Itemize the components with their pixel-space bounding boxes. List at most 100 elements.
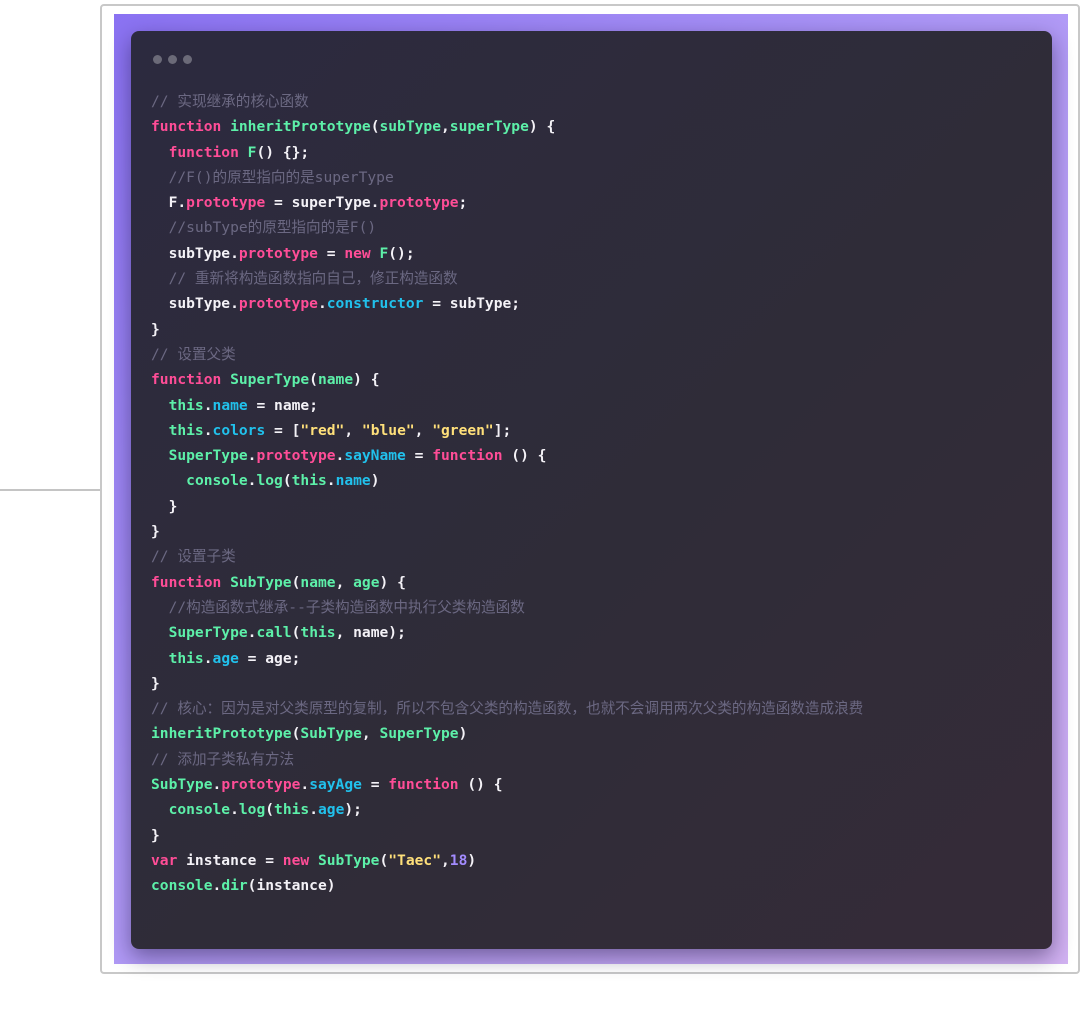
- code-token: dir: [221, 877, 248, 895]
- code-token: console: [168, 801, 231, 819]
- code-token: F: [379, 244, 389, 262]
- code-line: var instance = new SubType("Taec",18): [151, 848, 1042, 873]
- code-token: "red": [300, 421, 345, 439]
- code-token: () {: [458, 776, 503, 794]
- code-window: // 实现继承的核心函数 function inheritPrototype(su…: [131, 31, 1052, 949]
- code-token: , name);: [335, 624, 406, 642]
- code-token: superType: [449, 118, 529, 136]
- code-token: ,: [414, 421, 433, 439]
- code-line: }: [151, 317, 1042, 342]
- code-token: age: [318, 801, 345, 819]
- code-comment: // 重新将构造函数指向自己，修正构造函数: [151, 270, 458, 288]
- code-line: SuperType.call(this, name);: [151, 620, 1042, 645]
- code-token: name: [317, 371, 354, 389]
- code-token: "blue": [361, 421, 415, 439]
- code-token: age: [353, 573, 380, 591]
- code-token: .: [203, 396, 213, 414]
- code-line: console.log(this.age);: [151, 797, 1042, 822]
- code-token: constructor: [326, 295, 424, 313]
- code-token: SubType: [151, 776, 213, 794]
- code-token: ,: [441, 118, 450, 136]
- code-token: =: [317, 244, 345, 262]
- code-token: .: [326, 472, 336, 490]
- code-token: function: [151, 371, 222, 389]
- code-line: console.dir(instance): [151, 873, 1042, 898]
- code-token: ();: [388, 244, 415, 262]
- window-dot-icon: [168, 55, 177, 64]
- code-line: function inheritPrototype(subType,superT…: [151, 114, 1042, 139]
- code-comment: //构造函数式继承--子类构造函数中执行父类构造函数: [151, 598, 525, 616]
- code-line: //构造函数式继承--子类构造函数中执行父类构造函数: [151, 595, 1042, 620]
- window-controls: [153, 55, 192, 64]
- code-token: ): [370, 472, 380, 490]
- code-token: .: [212, 877, 222, 895]
- code-line: // 实现继承的核心函数: [151, 89, 1042, 114]
- code-token: "green": [432, 421, 494, 439]
- code-token: (: [282, 472, 292, 490]
- code-token: this: [168, 649, 204, 667]
- code-token: (instance): [247, 877, 336, 895]
- code-line: }: [151, 823, 1042, 848]
- code-token: call: [256, 624, 292, 642]
- code-token: function: [151, 118, 222, 136]
- code-token: var: [151, 851, 178, 869]
- code-token: function: [388, 776, 459, 794]
- code-line: // 设置子类: [151, 544, 1042, 569]
- code-token: }: [151, 826, 160, 844]
- code-token: subType.: [151, 295, 239, 313]
- code-token: colors: [212, 421, 266, 439]
- code-line: }: [151, 494, 1042, 519]
- code-token: prototype: [238, 244, 318, 262]
- code-token: inheritPrototype: [230, 118, 371, 136]
- code-comment: // 添加子类私有方法: [151, 750, 295, 768]
- code-line: SuperType.prototype.sayName = function (…: [151, 443, 1042, 468]
- code-token: inheritPrototype: [151, 725, 292, 743]
- code-token: function: [168, 143, 239, 161]
- code-token: = subType;: [423, 295, 521, 313]
- code-token: }: [151, 497, 178, 515]
- code-token: SuperType: [230, 371, 310, 389]
- window-dot-icon: [153, 55, 162, 64]
- code-token: console: [151, 877, 213, 895]
- code-token: () {: [502, 447, 547, 465]
- code-token: ,: [335, 573, 354, 591]
- code-token: }: [151, 320, 160, 338]
- code-token: .: [309, 801, 318, 819]
- code-token: "Taec": [388, 851, 441, 869]
- code-token: ): [458, 725, 468, 743]
- code-token: (: [309, 371, 318, 389]
- code-token: =: [405, 447, 433, 465]
- code-token: function: [432, 447, 503, 465]
- code-line: console.log(this.name): [151, 468, 1042, 493]
- code-token: name: [212, 396, 248, 414]
- code-comment: //F()的原型指向的是superType: [151, 168, 394, 186]
- code-token: prototype: [186, 194, 266, 212]
- code-line: F.prototype = superType.prototype;: [151, 190, 1042, 215]
- code-token: age: [212, 649, 239, 667]
- code-comment: // 设置子类: [151, 548, 236, 566]
- code-token: name: [300, 573, 336, 591]
- code-line: // 核心：因为是对父类原型的复制，所以不包含父类的构造函数，也就不会调用两次父…: [151, 696, 1042, 721]
- code-token: = name;: [247, 396, 318, 414]
- code-line: //F()的原型指向的是superType: [151, 165, 1042, 190]
- code-token: () {};: [256, 143, 310, 161]
- code-token: ;: [458, 194, 468, 212]
- code-token: this: [300, 624, 336, 642]
- code-token: }: [151, 523, 160, 541]
- code-comment: // 实现继承的核心函数: [151, 93, 309, 110]
- code-token: log: [256, 472, 283, 490]
- code-token: ,: [440, 851, 450, 869]
- code-token: = [: [265, 421, 301, 439]
- code-token: SubType: [317, 851, 380, 869]
- code-token: = age;: [238, 649, 301, 667]
